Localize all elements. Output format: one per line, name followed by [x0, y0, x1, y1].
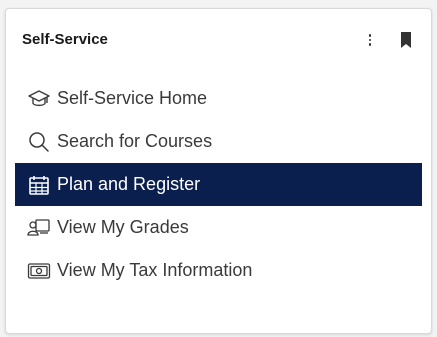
grades-icon [27, 216, 51, 240]
menu-item-self-service-home[interactable]: Self-Service Home [15, 77, 422, 120]
menu-item-label: Plan and Register [57, 174, 201, 194]
kebab-vertical-icon[interactable] [363, 32, 377, 48]
calendar-icon [27, 173, 51, 197]
bookmark-icon[interactable] [399, 31, 413, 49]
graduation-cap-icon [27, 87, 51, 111]
menu-item-label: Self-Service Home [57, 88, 208, 108]
tax-document-icon [27, 259, 51, 283]
search-icon [27, 130, 51, 154]
self-service-card: Self-Service Self-Service Home Search fo… [5, 8, 432, 334]
card-header: Self-Service [22, 30, 415, 50]
menu-item-label: View My Grades [57, 217, 189, 237]
card-title: Self-Service [22, 31, 108, 48]
menu-item-view-my-tax-information[interactable]: View My Tax Information [15, 249, 422, 292]
menu-item-label: Search for Courses [57, 131, 213, 151]
menu-item-label: View My Tax Information [57, 260, 253, 280]
menu-item-search-for-courses[interactable]: Search for Courses [15, 120, 422, 163]
menu-item-plan-and-register[interactable]: Plan and Register [15, 163, 422, 206]
self-service-menu: Self-Service Home Search for Courses Pla… [15, 77, 422, 292]
menu-item-view-my-grades[interactable]: View My Grades [15, 206, 422, 249]
